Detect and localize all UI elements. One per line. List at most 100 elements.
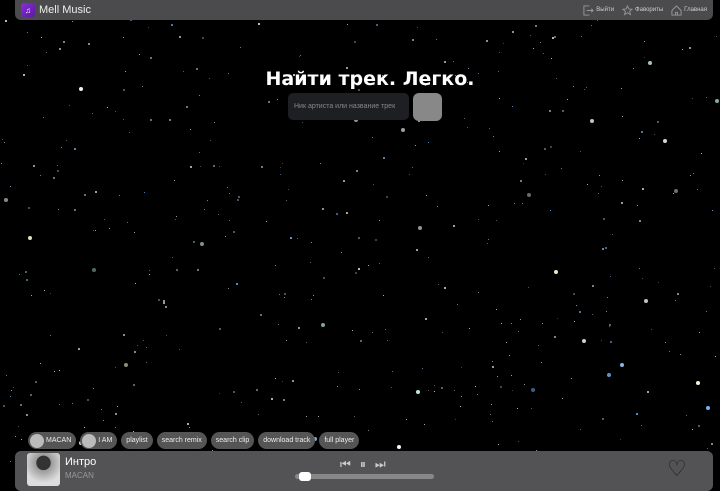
star — [513, 203, 515, 205]
next-icon[interactable]: ⏭ — [375, 457, 386, 472]
star — [693, 172, 695, 174]
star — [523, 384, 525, 386]
star — [0, 163, 2, 165]
star — [379, 219, 381, 221]
star — [4, 142, 6, 144]
star — [499, 150, 501, 152]
star — [541, 362, 543, 364]
star — [409, 174, 411, 176]
star — [491, 403, 493, 405]
star — [374, 239, 377, 242]
star — [33, 164, 36, 167]
star — [21, 438, 23, 440]
chip-download-track[interactable]: download track — [258, 432, 316, 449]
star — [128, 132, 130, 134]
star — [372, 137, 374, 139]
search-input[interactable] — [288, 93, 409, 120]
star — [342, 180, 345, 183]
star — [545, 173, 547, 175]
star — [574, 321, 576, 323]
quick-actions: MACAN I AM playlist search remix search … — [28, 432, 360, 449]
star — [34, 381, 37, 384]
star — [589, 119, 594, 124]
star — [638, 137, 640, 139]
star — [266, 221, 268, 223]
chip-playlist[interactable]: playlist — [121, 432, 153, 449]
nav-label: Главная — [684, 7, 707, 13]
star — [338, 372, 340, 374]
star — [322, 276, 325, 279]
star — [219, 165, 221, 167]
star — [58, 369, 60, 371]
star — [562, 109, 565, 112]
star — [319, 162, 321, 164]
star — [13, 386, 15, 388]
star — [310, 299, 312, 300]
nav-logout[interactable]: Выйти — [583, 4, 614, 16]
star — [490, 414, 492, 416]
star — [354, 416, 356, 418]
star — [529, 34, 531, 36]
previous-icon[interactable]: ⏮ — [340, 457, 351, 472]
star — [103, 219, 105, 221]
chip-search-remix[interactable]: search remix — [156, 432, 207, 449]
star — [498, 51, 500, 53]
star — [385, 328, 387, 330]
chip-i-am[interactable]: I AM — [80, 432, 118, 449]
chip-full-player[interactable]: full player — [319, 432, 360, 449]
pause-icon[interactable]: ⏸ — [360, 457, 366, 472]
star — [296, 237, 298, 239]
star — [525, 158, 527, 161]
star — [340, 252, 342, 254]
star — [86, 398, 89, 401]
star — [461, 396, 463, 398]
star — [144, 191, 146, 193]
star — [149, 269, 151, 271]
star — [607, 372, 612, 377]
star — [284, 293, 287, 296]
nav-home[interactable]: Главная — [671, 4, 707, 16]
star — [199, 165, 201, 167]
star — [492, 135, 494, 137]
search-button[interactable] — [413, 93, 442, 121]
star — [581, 36, 583, 38]
star — [58, 47, 61, 50]
star — [709, 286, 711, 287]
star — [590, 25, 592, 27]
star — [268, 101, 271, 104]
star — [549, 145, 552, 148]
star — [175, 269, 178, 272]
star — [285, 199, 287, 201]
chip-macan[interactable]: MACAN — [28, 432, 77, 449]
chip-label: search remix — [161, 437, 202, 444]
avatar — [30, 433, 44, 448]
star — [560, 167, 562, 169]
star — [280, 166, 282, 168]
star — [656, 121, 659, 124]
star — [92, 387, 94, 389]
star — [643, 56, 645, 58]
star — [428, 256, 430, 258]
star — [358, 389, 360, 391]
star — [639, 220, 642, 223]
heart-icon[interactable]: ♡ — [667, 456, 687, 482]
chip-search-clip[interactable]: search clip — [210, 432, 255, 449]
star — [599, 175, 601, 177]
star — [434, 385, 436, 387]
progress-bar[interactable] — [295, 472, 434, 481]
star — [713, 268, 715, 270]
star — [50, 334, 52, 336]
nav-favorites[interactable]: Фавориты — [622, 4, 663, 16]
star — [375, 23, 378, 26]
star — [453, 224, 456, 227]
star — [531, 408, 533, 410]
star — [132, 384, 135, 387]
star — [150, 119, 153, 122]
star — [591, 284, 594, 287]
star — [358, 267, 361, 270]
star — [18, 425, 20, 427]
star — [501, 322, 503, 324]
star — [662, 138, 667, 143]
star — [372, 332, 374, 334]
star — [635, 413, 638, 416]
